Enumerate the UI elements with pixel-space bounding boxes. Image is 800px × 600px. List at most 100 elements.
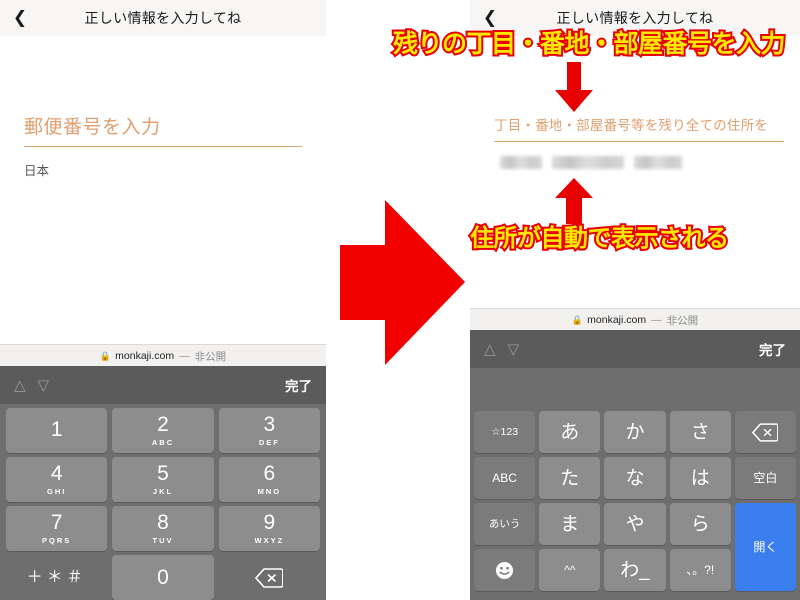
suggestion-bar[interactable] bbox=[474, 368, 796, 411]
key-wa[interactable]: わ_ bbox=[604, 549, 666, 591]
url-separator: — bbox=[651, 314, 662, 326]
done-button[interactable]: 完了 bbox=[759, 339, 786, 359]
delete-backward-glyph bbox=[255, 567, 284, 588]
numeric-keypad: 1 2 ABC 3 DEF 4 GHI 5 JKL 6 MNO 7 PQRS 8… bbox=[0, 404, 326, 600]
url-separator: — bbox=[179, 350, 190, 362]
postal-code-field[interactable]: 郵便番号を入力 日本 bbox=[24, 112, 302, 179]
country-value: 日本 bbox=[24, 164, 50, 178]
url-domain: monkaji.com bbox=[587, 314, 647, 326]
key-label: ら bbox=[690, 513, 710, 535]
key-label: や bbox=[625, 513, 645, 535]
key-label: 7 bbox=[50, 511, 63, 534]
key-2[interactable]: 2 ABC bbox=[112, 408, 214, 453]
field-underline bbox=[24, 146, 302, 147]
key-ya[interactable]: や bbox=[604, 503, 666, 545]
key-label: な bbox=[625, 467, 645, 489]
annotation-top-text: 残りの丁目・番地・部屋番号を入力 bbox=[391, 27, 788, 60]
key-4[interactable]: 4 GHI bbox=[6, 457, 108, 502]
key-sublabel: MNO bbox=[257, 487, 282, 496]
chevron-up-icon[interactable]: △ bbox=[484, 341, 496, 357]
key-3[interactable]: 3 DEF bbox=[218, 408, 320, 453]
keypad-row: 4 GHI 5 JKL 6 MNO bbox=[6, 457, 320, 502]
key-aiu[interactable]: あいう bbox=[474, 503, 536, 545]
key-space[interactable]: 空白 bbox=[734, 457, 797, 499]
key-ha[interactable]: は bbox=[669, 457, 731, 499]
address-field[interactable]: 丁目・番地・部屋番号等を残り全ての住所を bbox=[494, 114, 784, 169]
key-label: あいう bbox=[488, 517, 521, 530]
keypad-row: 1 2 ABC 3 DEF bbox=[6, 408, 320, 453]
right-url-bar[interactable]: 🔒 monkaji.com — 非公開 bbox=[470, 308, 800, 331]
field-underline bbox=[494, 141, 784, 142]
key-label: 6 bbox=[263, 462, 276, 485]
done-button[interactable]: 完了 bbox=[285, 375, 312, 395]
key-8[interactable]: 8 TUV bbox=[112, 506, 214, 551]
address-placeholder: 丁目・番地・部屋番号等を残り全ての住所を bbox=[494, 118, 768, 133]
delete-backward-icon[interactable] bbox=[219, 555, 320, 600]
down-arrow-icon bbox=[555, 62, 593, 112]
key-sublabel: DEF bbox=[258, 438, 280, 447]
key-punctuation[interactable]: 、。?! bbox=[669, 549, 731, 591]
key-sa[interactable]: さ bbox=[669, 411, 731, 453]
key-label: あ bbox=[560, 421, 580, 443]
private-label: 非公開 bbox=[194, 350, 227, 363]
key-6[interactable]: 6 MNO bbox=[218, 457, 320, 502]
key-label: 2 bbox=[157, 413, 169, 436]
emoji-face-icon[interactable] bbox=[474, 549, 536, 591]
key-label: わ_ bbox=[620, 559, 650, 581]
key-label: ＋＊＃ bbox=[26, 568, 87, 586]
key-0[interactable]: 0 bbox=[112, 555, 214, 600]
keypad-row: 7 PQRS 8 TUV 9 WXYZ bbox=[6, 506, 320, 551]
big-right-arrow-icon bbox=[340, 200, 465, 365]
key-5[interactable]: 5 JKL bbox=[112, 457, 214, 502]
key-label: ABC bbox=[492, 471, 517, 485]
key-symbols[interactable]: ＋＊＃ bbox=[6, 555, 107, 600]
left-navbar: ❮ 正しい情報を入力してね bbox=[0, 0, 326, 36]
chevron-up-icon[interactable]: △ bbox=[14, 377, 26, 393]
key-7[interactable]: 7 PQRS bbox=[6, 506, 108, 551]
key-label: は bbox=[690, 467, 710, 489]
keypad-row: ＋＊＃ 0 bbox=[6, 555, 320, 600]
chevron-down-icon[interactable]: ▽ bbox=[508, 341, 520, 357]
key-label: 4 bbox=[50, 462, 63, 485]
key-ta[interactable]: た bbox=[539, 457, 601, 499]
key-label: さ bbox=[690, 421, 710, 443]
lock-icon: 🔒 bbox=[571, 314, 584, 325]
delete-backward-icon[interactable] bbox=[734, 411, 797, 453]
key-na[interactable]: な bbox=[604, 457, 666, 499]
kana-row: あいう ま や ら 開く bbox=[474, 503, 797, 591]
key-label: 9 bbox=[263, 511, 276, 534]
key-sublabel: TUV bbox=[152, 536, 174, 545]
annotation-middle-text: 住所が自動で表示される bbox=[468, 222, 731, 254]
key-label: 1 bbox=[50, 417, 63, 441]
kana-row: ☆123 あ か さ bbox=[474, 411, 797, 453]
key-label: か bbox=[625, 421, 645, 443]
key-1[interactable]: 1 bbox=[6, 408, 108, 453]
left-keyboard-toolbar: △ ▽ 完了 bbox=[0, 366, 326, 404]
private-label: 非公開 bbox=[666, 314, 699, 327]
autofilled-address-masked bbox=[494, 156, 784, 169]
left-phone-panel: ❮ 正しい情報を入力してね 郵便番号を入力 日本 🔒 monkaji.com —… bbox=[0, 0, 326, 600]
key-a[interactable]: あ bbox=[539, 411, 601, 453]
key-symbols-123[interactable]: ☆123 bbox=[474, 411, 536, 453]
key-label: 3 bbox=[263, 413, 276, 436]
key-sublabel: WXYZ bbox=[254, 536, 285, 545]
url-domain: monkaji.com bbox=[115, 350, 175, 362]
key-sublabel: JKL bbox=[152, 487, 174, 496]
right-keyboard-toolbar: △ ▽ 完了 bbox=[470, 330, 800, 368]
kana-row: ABC た な は 空白 bbox=[474, 457, 797, 499]
chevron-down-icon[interactable]: ▽ bbox=[38, 377, 50, 393]
key-label: た bbox=[560, 467, 580, 489]
japanese-kana-keyboard: ☆123 あ か さ ABC た な は 空白 あいう ま や ら 開く ^^ … bbox=[470, 368, 800, 600]
left-url-bar[interactable]: 🔒 monkaji.com — 非公開 bbox=[0, 344, 326, 367]
key-abc[interactable]: ABC bbox=[474, 457, 536, 499]
key-label: 、。?! bbox=[686, 563, 715, 577]
key-label: ま bbox=[560, 513, 580, 535]
key-ma[interactable]: ま bbox=[539, 503, 601, 545]
key-9[interactable]: 9 WXYZ bbox=[218, 506, 320, 551]
screenshot-stage: ❮ 正しい情報を入力してね 郵便番号を入力 日本 🔒 monkaji.com —… bbox=[0, 0, 800, 600]
enter-key-spacer bbox=[735, 549, 796, 591]
key-ka[interactable]: か bbox=[604, 411, 666, 453]
key-ra[interactable]: ら bbox=[669, 503, 731, 545]
key-kaomoji[interactable]: ^^ bbox=[539, 549, 601, 591]
key-label: 0 bbox=[157, 566, 169, 589]
